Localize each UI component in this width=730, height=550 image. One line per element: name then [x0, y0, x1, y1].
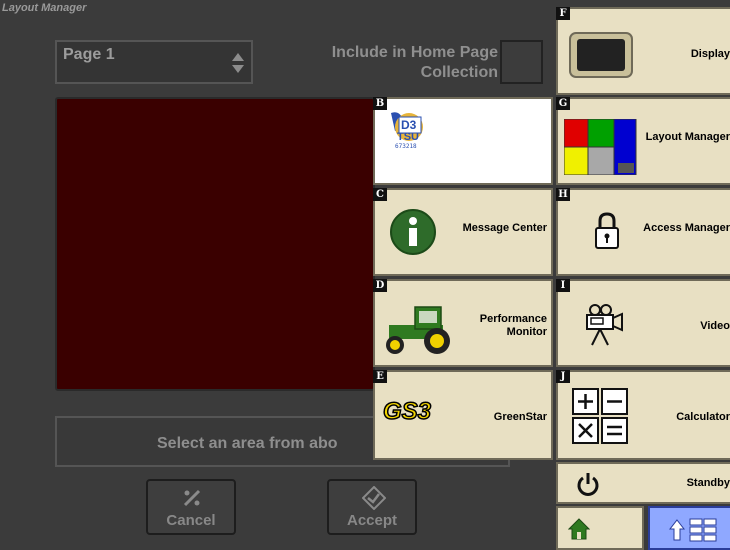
- include-home-checkbox[interactable]: [500, 40, 543, 84]
- accept-icon: [362, 486, 386, 510]
- video-label: Video: [700, 320, 730, 332]
- tile-letter-h: H: [556, 188, 570, 201]
- tile-letter-e: E: [373, 370, 387, 383]
- layout-preview-area[interactable]: [55, 97, 375, 391]
- power-icon: [577, 473, 599, 496]
- include-home-label: Include in Home Page Collection: [331, 44, 498, 81]
- tile-letter-j: J: [556, 370, 570, 383]
- home-button[interactable]: [556, 506, 644, 550]
- d3-tsu-logo-icon: D3 TSU 673218: [387, 109, 437, 153]
- video-camera-icon: [586, 304, 623, 346]
- tile-letter-d: D: [373, 279, 387, 292]
- logo-number: 673218: [395, 143, 417, 150]
- layout-grid-icon: [564, 119, 637, 175]
- menu-tile-b[interactable]: B D3 TSU 673218: [373, 97, 553, 185]
- cancel-icon: [183, 489, 201, 507]
- menu-tile-display[interactable]: F Display: [556, 7, 730, 95]
- standby-label: Standby: [686, 477, 730, 489]
- up-arrow-icon: [668, 518, 717, 542]
- cancel-button[interactable]: Cancel: [146, 479, 236, 535]
- accept-label: Accept: [346, 512, 398, 529]
- display-icon: [569, 32, 633, 78]
- accept-button[interactable]: Accept: [327, 479, 417, 535]
- gs3-logo-icon: GS3: [382, 397, 432, 426]
- menu-tile-calculator[interactable]: J Calculator: [556, 370, 730, 460]
- calculator-label: Calculator: [676, 411, 730, 423]
- tile-letter-c: C: [373, 188, 387, 201]
- menu-tile-access-manager[interactable]: H Access Manager: [556, 188, 730, 276]
- layout-manager-label: Layout Manager: [645, 131, 730, 143]
- menu-tile-performance-monitor[interactable]: D Performance Monitor: [373, 279, 553, 367]
- hint-text: Select an area from abo: [157, 435, 338, 452]
- updown-arrows-icon: [232, 53, 244, 73]
- calculator-icon: [572, 388, 628, 444]
- page-select-value: Page 1: [63, 46, 115, 63]
- access-manager-label: Access Manager: [643, 222, 730, 234]
- tile-letter-b: B: [373, 97, 387, 110]
- display-label: Display: [690, 48, 730, 60]
- tile-letter-i: I: [556, 279, 570, 292]
- tile-letter-f: F: [556, 7, 570, 20]
- menu-tile-message-center[interactable]: C Message Center: [373, 188, 553, 276]
- info-icon: [390, 209, 436, 255]
- menu-tile-video[interactable]: I Video: [556, 279, 730, 367]
- tractor-icon: [386, 306, 450, 354]
- logo-d3: D3: [401, 118, 417, 132]
- performance-monitor-label: Performance Monitor: [479, 313, 547, 338]
- cancel-label: Cancel: [166, 512, 216, 529]
- logo-tsu: TSU: [397, 131, 419, 143]
- menu-tile-layout-manager[interactable]: G Layout Manager: [556, 97, 730, 185]
- home-icon: [568, 518, 590, 540]
- menu-up-button[interactable]: [648, 506, 730, 550]
- menu-tile-greenstar[interactable]: E GS3 GreenStar: [373, 370, 553, 460]
- page-select[interactable]: Page 1: [55, 40, 253, 84]
- standby-button[interactable]: Standby: [556, 462, 730, 504]
- tile-letter-g: G: [556, 97, 570, 110]
- window-title: Layout Manager: [2, 2, 87, 14]
- greenstar-label: GreenStar: [493, 411, 547, 423]
- message-center-label: Message Center: [462, 222, 547, 234]
